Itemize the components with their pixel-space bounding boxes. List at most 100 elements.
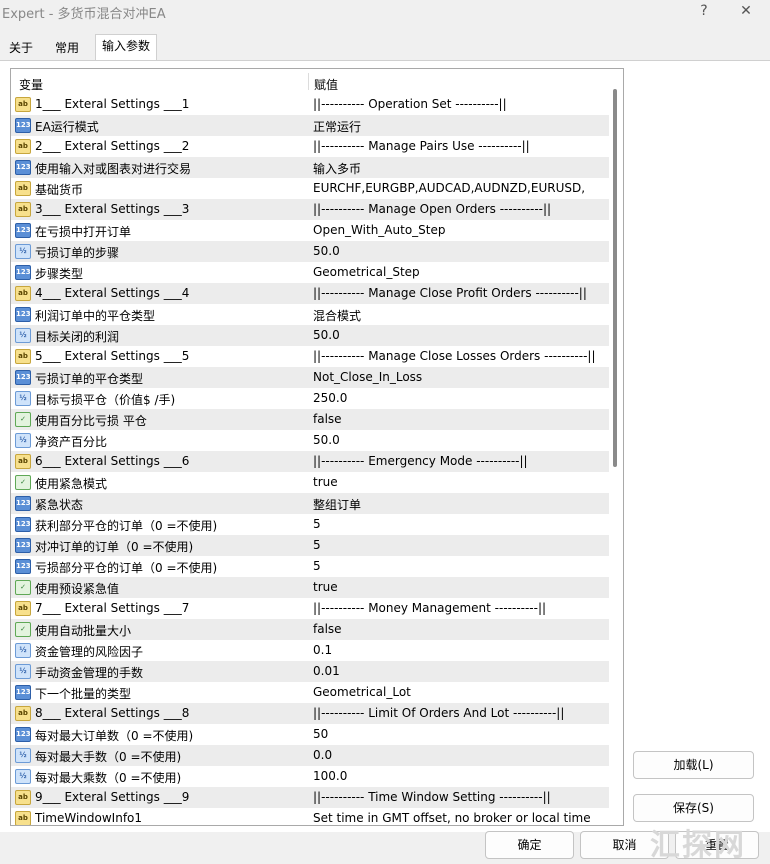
parameter-row[interactable]: ½ 亏损订单的步骤 50.0 (11, 241, 609, 262)
parameter-row[interactable]: 123 获利部分平仓的订单（0 =不使用) 5 (11, 514, 609, 535)
parameter-row[interactable]: ab 9___ Exteral Settings ___9 ||----------… (11, 787, 609, 808)
parameter-value[interactable]: Open_With_Auto_Step (313, 223, 607, 237)
parameter-name: 在亏损中打开订单 (35, 225, 132, 239)
parameter-row[interactable]: ✓ 使用百分比亏损 平仓 false (11, 409, 609, 430)
parameter-row[interactable]: ½ 每对最大乘数（0 =不使用) 100.0 (11, 766, 609, 787)
parameter-row[interactable]: ab 基础货币 EURCHF,EURGBP,AUDCAD,AUDNZD,EURUSD… (11, 178, 609, 199)
parameter-row[interactable]: ab 5___ Exteral Settings ___5 ||----------… (11, 346, 609, 367)
parameter-row[interactable]: ✓ 使用紧急模式 true (11, 472, 609, 493)
parameter-name: 下一个批量的类型 (35, 687, 132, 701)
parameter-value[interactable]: 0.0 (313, 748, 607, 762)
column-header-variable[interactable]: 变量 (19, 76, 43, 93)
parameter-value[interactable]: 输入多币 (313, 160, 607, 177)
close-button[interactable]: ✕ (734, 0, 758, 22)
parameter-value[interactable]: Not_Close_In_Loss (313, 370, 607, 384)
parameter-value[interactable]: 50.0 (313, 328, 607, 342)
parameter-row[interactable]: ab 4___ Exteral Settings ___4 ||----------… (11, 283, 609, 304)
parameter-row[interactable]: ✓ 使用预设紧急值 true (11, 577, 609, 598)
parameter-value[interactable]: ||---------- Manage Open Orders --------… (313, 202, 607, 216)
parameter-value[interactable]: 5 (313, 559, 607, 573)
parameter-name: 4___ Exteral Settings ___4 (35, 286, 190, 300)
parameter-row[interactable]: 123 对冲订单的订单（0 =不使用) 5 (11, 535, 609, 556)
parameter-row[interactable]: ab 8___ Exteral Settings ___8 ||----------… (11, 703, 609, 724)
parameter-row[interactable]: 123 利润订单中的平仓类型 混合模式 (11, 304, 609, 325)
parameter-value[interactable]: true (313, 475, 607, 489)
parameter-row[interactable]: 123 使用输入对或图表对进行交易 输入多币 (11, 157, 609, 178)
parameter-value[interactable]: ||---------- Manage Close Losses Orders … (313, 349, 607, 363)
vertical-scrollbar[interactable] (609, 69, 623, 825)
parameter-row[interactable]: 123 亏损部分平仓的订单（0 =不使用) 5 (11, 556, 609, 577)
parameter-value[interactable]: 50 (313, 727, 607, 741)
parameter-value[interactable]: 正常运行 (313, 118, 607, 135)
integer-type-icon: 123 (15, 538, 31, 553)
parameter-row[interactable]: 123 在亏损中打开订单 Open_With_Auto_Step (11, 220, 609, 241)
parameter-row[interactable]: ab 7___ Exteral Settings ___7 ||----------… (11, 598, 609, 619)
double-type-icon: ½ (15, 664, 31, 679)
parameter-value[interactable]: ||---------- Emergency Mode ----------|| (313, 454, 607, 468)
parameter-name: 紧急状态 (35, 498, 84, 512)
parameter-row[interactable]: ab 2___ Exteral Settings ___2 ||----------… (11, 136, 609, 157)
help-button[interactable]: ? (694, 0, 714, 22)
parameter-value[interactable]: false (313, 622, 607, 636)
parameter-value[interactable]: 250.0 (313, 391, 607, 405)
parameter-value[interactable]: 0.01 (313, 664, 607, 678)
parameter-value[interactable]: ||---------- Time Window Setting -------… (313, 790, 607, 804)
parameter-row[interactable]: 123 每对最大订单数（0 =不使用) 50 (11, 724, 609, 745)
column-divider[interactable] (308, 73, 309, 90)
parameter-row[interactable]: ½ 净资产百分比 50.0 (11, 430, 609, 451)
parameter-value[interactable]: Geometrical_Step (313, 265, 607, 279)
parameter-value[interactable]: 5 (313, 538, 607, 552)
parameter-value[interactable]: ||---------- Manage Close Profit Orders … (313, 286, 607, 300)
integer-type-icon: 123 (15, 118, 31, 133)
parameter-value[interactable]: ||---------- Money Management ----------… (313, 601, 607, 615)
string-type-icon: ab (15, 181, 31, 196)
parameter-row[interactable]: 123 EA运行模式 正常运行 (11, 115, 609, 136)
parameter-value[interactable]: 50.0 (313, 433, 607, 447)
double-type-icon: ½ (15, 643, 31, 658)
tab-about[interactable]: 关于 (2, 36, 40, 60)
load-button[interactable]: 加载(L) (633, 751, 754, 779)
parameter-row[interactable]: ab 3___ Exteral Settings ___3 ||----------… (11, 199, 609, 220)
parameter-value[interactable]: 混合模式 (313, 307, 607, 324)
parameter-name: 手动资金管理的手数 (35, 666, 144, 680)
parameter-row[interactable]: ½ 资金管理的风险因子 0.1 (11, 640, 609, 661)
tab-inputs[interactable]: 输入参数 (95, 34, 158, 61)
parameter-value[interactable]: 5 (313, 517, 607, 531)
integer-type-icon: 123 (15, 517, 31, 532)
parameter-value[interactable]: 100.0 (313, 769, 607, 783)
parameter-name: 1___ Exteral Settings ___1 (35, 97, 190, 111)
parameter-row[interactable]: ab 1___ Exteral Settings ___1 ||----------… (11, 94, 609, 115)
scrollbar-thumb[interactable] (613, 89, 617, 467)
column-header-value[interactable]: 赋值 (314, 76, 338, 93)
parameter-value[interactable]: Geometrical_Lot (313, 685, 607, 699)
parameter-row[interactable]: 123 亏损订单的平仓类型 Not_Close_In_Loss (11, 367, 609, 388)
parameter-value[interactable]: Set time in GMT offset, no broker or loc… (313, 811, 607, 825)
boolean-type-icon: ✓ (15, 580, 31, 595)
parameter-row[interactable]: ab TimeWindowInfo1 Set time in GMT offset,… (11, 808, 609, 825)
parameter-row[interactable]: ½ 每对最大手数（0 =不使用) 0.0 (11, 745, 609, 766)
string-type-icon: ab (15, 202, 31, 217)
parameter-row[interactable]: ½ 手动资金管理的手数 0.01 (11, 661, 609, 682)
ok-button[interactable]: 确定 (485, 831, 574, 859)
parameter-row[interactable]: 123 下一个批量的类型 Geometrical_Lot (11, 682, 609, 703)
parameter-row[interactable]: ab 6___ Exteral Settings ___6 ||----------… (11, 451, 609, 472)
tab-common[interactable]: 常用 (48, 36, 86, 60)
parameter-value[interactable]: EURCHF,EURGBP,AUDCAD,AUDNZD,EURUSD, (313, 181, 607, 195)
parameter-row[interactable]: 123 步骤类型 Geometrical_Step (11, 262, 609, 283)
parameters-grid: 变量 赋值 ab 1___ Exteral Settings ___1 ||----… (10, 68, 624, 826)
string-type-icon: ab (15, 97, 31, 112)
parameter-row[interactable]: ½ 目标亏损平仓（价值$ /手) 250.0 (11, 388, 609, 409)
parameter-value[interactable]: 0.1 (313, 643, 607, 657)
parameter-row[interactable]: ✓ 使用自动批量大小 false (11, 619, 609, 640)
parameter-value[interactable]: true (313, 580, 607, 594)
parameter-value[interactable]: 50.0 (313, 244, 607, 258)
parameter-row[interactable]: ½ 目标关闭的利润 50.0 (11, 325, 609, 346)
parameter-value[interactable]: ||---------- Limit Of Orders And Lot ---… (313, 706, 607, 720)
parameter-value[interactable]: false (313, 412, 607, 426)
parameter-row[interactable]: 123 紧急状态 整组订单 (11, 493, 609, 514)
save-button[interactable]: 保存(S) (633, 794, 754, 822)
parameter-value[interactable]: 整组订单 (313, 496, 607, 513)
parameter-value[interactable]: ||---------- Manage Pairs Use ----------… (313, 139, 607, 153)
double-type-icon: ½ (15, 769, 31, 784)
parameter-value[interactable]: ||---------- Operation Set ----------|| (313, 97, 607, 111)
